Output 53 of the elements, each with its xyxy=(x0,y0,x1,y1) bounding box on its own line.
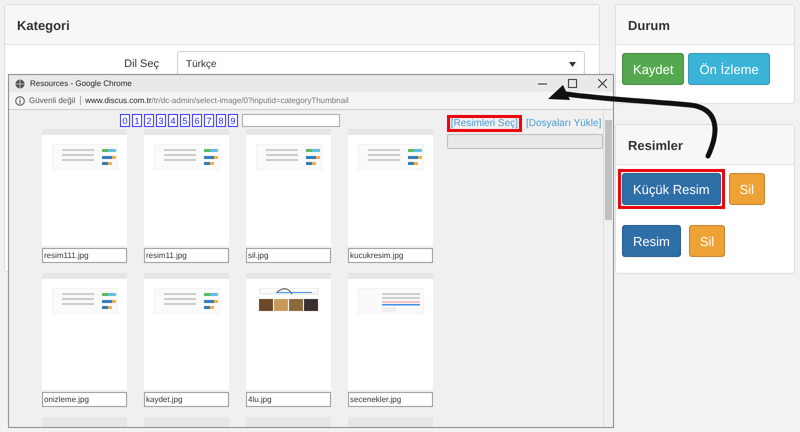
image-button[interactable]: Küçük Resim xyxy=(622,173,721,205)
page-button[interactable]: 7 xyxy=(204,114,214,127)
page-button[interactable]: 5 xyxy=(180,114,190,127)
thumbnail[interactable] xyxy=(42,417,127,427)
screenshot-drawing xyxy=(256,144,322,170)
file-name-field[interactable]: resim11.jpg xyxy=(144,248,229,263)
thumbnail[interactable] xyxy=(42,273,127,390)
screenshot-drawing xyxy=(52,144,118,170)
info-icon xyxy=(15,96,25,106)
thumbnail[interactable] xyxy=(144,129,229,246)
page-button[interactable]: 6 xyxy=(192,114,202,127)
file-name-field[interactable]: onizleme.jpg xyxy=(42,392,127,407)
file-name-field[interactable]: kucukresim.jpg xyxy=(348,248,433,263)
window-title: Resources - Google Chrome xyxy=(30,79,132,88)
field-label: Dil Seç xyxy=(123,58,159,70)
screenshot-drawing xyxy=(358,288,424,314)
thumbnail[interactable] xyxy=(246,417,331,427)
image-button[interactable]: Resim xyxy=(622,225,681,257)
thumbnail[interactable] xyxy=(348,273,433,390)
page-button[interactable]: 2 xyxy=(144,114,154,127)
thumbnail[interactable] xyxy=(246,129,331,246)
file-name-field[interactable]: 4lu.jpg xyxy=(246,392,331,407)
file-name-field[interactable]: kaydet.jpg xyxy=(144,392,229,407)
panel-title: Durum xyxy=(628,18,670,33)
page-button[interactable]: 0 xyxy=(120,114,130,127)
screenshot-drawing xyxy=(52,288,118,314)
thumbnail[interactable] xyxy=(42,129,127,246)
screenshot-drawing xyxy=(154,144,220,170)
file-name-field[interactable]: resim111.jpg xyxy=(42,248,127,263)
thumbnail[interactable] xyxy=(348,417,433,427)
maximize-icon[interactable] xyxy=(568,79,577,88)
globe-icon xyxy=(15,78,25,88)
page-button[interactable]: 3 xyxy=(156,114,166,127)
address-field[interactable]: www.discus.com.tr/tr/dc-admin/select-image/0?inputid=categoryThumbnail xyxy=(85,96,349,105)
page-button[interactable]: 4 xyxy=(168,114,178,127)
page-input[interactable] xyxy=(242,114,340,127)
page-button[interactable]: 8 xyxy=(216,114,226,127)
page-button[interactable]: 9 xyxy=(228,114,238,127)
thumbnail[interactable] xyxy=(348,129,433,246)
screenshot-drawing xyxy=(154,288,220,314)
caret-icon xyxy=(569,62,576,66)
file-name-field[interactable]: secenekler.jpg xyxy=(348,392,433,407)
close-icon[interactable] xyxy=(598,79,607,88)
panel-title: Resimler xyxy=(628,138,683,153)
panel-title: Kategori xyxy=(17,18,70,33)
scrollbar[interactable] xyxy=(602,110,613,427)
thumbnail[interactable] xyxy=(246,273,331,390)
page-button[interactable]: 1 xyxy=(132,114,142,127)
thumbnail[interactable] xyxy=(144,417,229,427)
security-label: Güvenli değil xyxy=(29,96,82,105)
file-name-field[interactable]: sil.jpg xyxy=(246,248,331,263)
thumbnail[interactable] xyxy=(144,273,229,390)
screenshot-drawing xyxy=(358,144,424,170)
